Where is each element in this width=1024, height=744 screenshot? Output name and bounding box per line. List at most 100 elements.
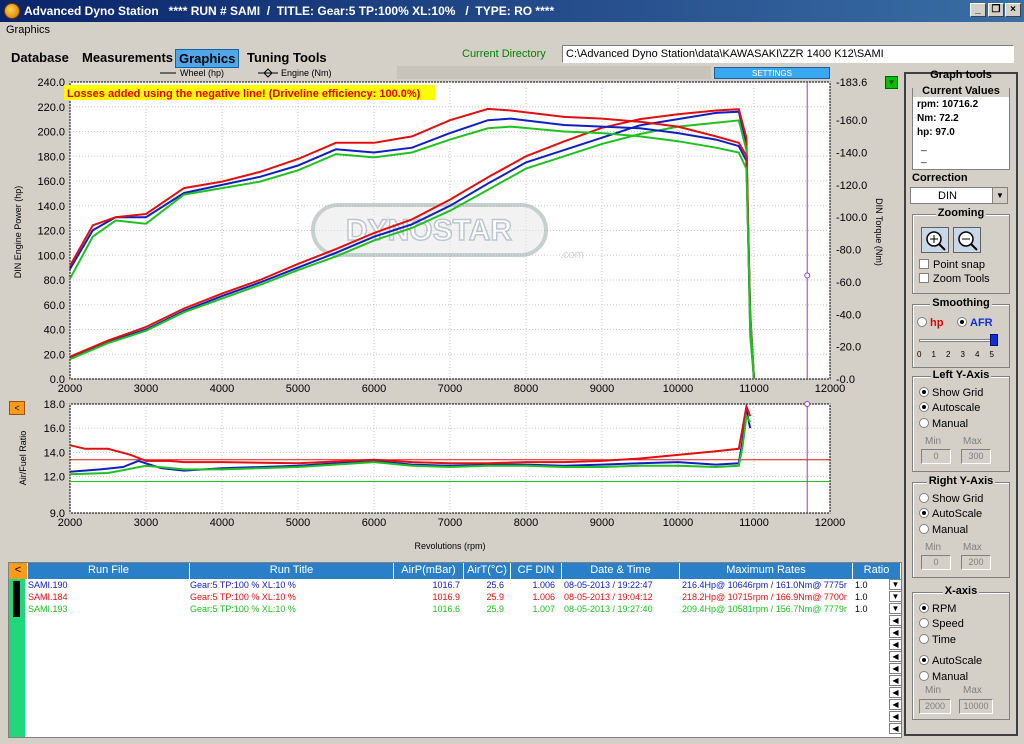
x-tick-label: 8000 — [514, 517, 538, 529]
cell-ratio: 1.0 — [855, 580, 868, 590]
y-tick-label: 0.0 — [50, 374, 65, 386]
cell-max: 218.2Hp@ 10715rpm / 166.9Nm@ 7700r — [682, 592, 847, 602]
left-y-max-field[interactable]: 300 — [961, 449, 991, 464]
cell-airt: 25.9 — [486, 604, 504, 614]
ratio-arrow-icon[interactable]: ◀ — [889, 639, 902, 650]
y2-tick-label: -160.0 — [836, 115, 867, 127]
cell-file: SAMI.190 — [28, 580, 68, 590]
ratio-arrow-icon[interactable]: ◀ — [889, 615, 902, 626]
col-airt[interactable]: AirT(°C) — [464, 563, 511, 579]
y2-tick-label: -80.0 — [836, 245, 861, 257]
ratio-arrow-icon[interactable]: ◀ — [889, 663, 902, 674]
graph-tools-title: Graph tools — [930, 69, 992, 81]
cell-title: Gear:5 TP:100 % XL:10 % — [190, 604, 296, 614]
ratio-arrow-icon[interactable]: ◀ — [889, 723, 902, 734]
minimize-button[interactable]: _ — [970, 3, 986, 17]
chart-legend: Wheel (hp) Engine (Nm) — [160, 68, 332, 78]
x-tick-label-top: 6000 — [362, 383, 386, 395]
x-axis-title: Revolutions (rpm) — [414, 541, 485, 551]
y2-tick-label: -40.0 — [836, 309, 861, 321]
y-tick-label: 60.0 — [44, 300, 65, 312]
ratio-arrow-icon[interactable]: ◀ — [889, 651, 902, 662]
x-tick-label: 6000 — [362, 517, 386, 529]
maximize-button[interactable]: ❐ — [988, 3, 1004, 17]
y2-tick-label: -120.0 — [836, 180, 867, 192]
legend-wheel: Wheel (hp) — [180, 68, 224, 78]
current-directory-field[interactable]: C:\Advanced Dyno Station\data\KAWASAKI\Z… — [562, 45, 1014, 63]
left-y-min-field[interactable]: 0 — [921, 449, 951, 464]
right-y-autoscale-radio[interactable]: AutoScale — [919, 508, 982, 520]
row-marker[interactable] — [13, 605, 20, 617]
menu-graphics[interactable]: Graphics — [6, 24, 50, 36]
afr-tick-label: 12.0 — [44, 472, 65, 484]
current-values-group: Current Values rpm: 10716.2 Nm: 72.2 hp:… — [912, 85, 1010, 170]
right-y-max-label: Max — [963, 542, 982, 553]
ratio-arrow-icon[interactable]: ◀ — [889, 675, 902, 686]
table-row[interactable]: SAMI.184 Gear:5 TP:100 % XL:10 % 1016.9 25.… — [9, 591, 891, 605]
table-row[interactable]: SAMI.193 Gear:5 TP:100 % XL:10 % 1016.6 25.… — [9, 603, 891, 617]
zoom-out-icon[interactable] — [953, 227, 981, 253]
col-run-title[interactable]: Run Title — [190, 563, 394, 579]
x-axis-autoscale-radio[interactable]: AutoScale — [919, 655, 982, 667]
col-run-file[interactable]: Run File — [28, 563, 190, 579]
smoothing-afr-radio[interactable]: AFR — [957, 317, 993, 329]
x-axis-manual-radio[interactable]: Manual — [919, 671, 968, 683]
left-y-show-grid-radio[interactable]: Show Grid — [919, 387, 983, 399]
ratio-dropdown-icon[interactable]: ▼ — [889, 579, 902, 590]
point-snap-checkbox[interactable]: Point snap — [919, 259, 985, 271]
right-y-manual-radio[interactable]: Manual — [919, 524, 968, 536]
smoothing-scale-label: 4 — [975, 350, 980, 359]
smoothing-slider-thumb[interactable] — [989, 334, 998, 346]
right-y-max-field[interactable]: 200 — [961, 555, 991, 570]
afr-tick-label: 18.0 — [44, 399, 65, 411]
left-y-manual-radio[interactable]: Manual — [919, 418, 968, 430]
right-y-min-field[interactable]: 0 — [921, 555, 951, 570]
afr-collapse-button[interactable]: < — [9, 401, 25, 415]
y-tick-label: 220.0 — [37, 102, 65, 114]
smoothing-hp-label: hp — [930, 317, 944, 329]
chevron-down-icon[interactable]: ▼ — [992, 188, 1007, 203]
y2-tick-label: -100.0 — [836, 212, 867, 224]
right-y-show-grid-radio[interactable]: Show Grid — [919, 493, 983, 505]
ratio-selectors: ▼ ▼ ▼ ◀ ◀ ◀ ◀ ◀ ◀ ◀ ◀ ◀ ◀ — [889, 579, 903, 735]
smoothing-scale-label: 3 — [960, 350, 965, 359]
power-torque-chart[interactable]: Wheel (hp) Engine (Nm) DYNOSTAR .com Los… — [0, 62, 900, 557]
x-axis-time-radio[interactable]: Time — [919, 634, 956, 646]
ratio-dropdown-icon[interactable]: ▼ — [889, 603, 902, 614]
x-axis-speed-radio[interactable]: Speed — [919, 618, 964, 630]
col-maximum-rates[interactable]: Maximum Rates — [680, 563, 853, 579]
x-axis-max-field[interactable]: 10000 — [959, 699, 993, 714]
zoom-tools-checkbox[interactable]: Zoom Tools — [919, 273, 990, 285]
zoom-in-icon[interactable] — [921, 227, 949, 253]
x-tick-label: 3000 — [134, 517, 158, 529]
table-row[interactable]: SAMI.190 Gear:5 TP:100 % XL:10 % 1016.7 25.… — [9, 579, 891, 593]
x-axis-rpm-label: RPM — [932, 603, 957, 615]
col-cf-din[interactable]: CF DIN — [511, 563, 562, 579]
smoothing-hp-radio[interactable]: hp — [917, 317, 943, 329]
x-axis-title-label: X-axis — [942, 585, 980, 597]
y-tick-label: 100.0 — [37, 250, 65, 262]
smoothing-slider-track[interactable] — [919, 339, 995, 342]
x-tick-label-top: 10000 — [663, 383, 694, 395]
close-button[interactable]: × — [1005, 3, 1021, 17]
left-y-min-label: Min — [925, 436, 942, 447]
col-ratio[interactable]: Ratio — [853, 563, 901, 579]
x-tick-label-top: 7000 — [438, 383, 462, 395]
x-axis-rpm-radio[interactable]: RPM — [919, 603, 956, 615]
left-y-autoscale-radio[interactable]: Autoscale — [919, 402, 980, 414]
afr-tick-label: 14.0 — [44, 447, 65, 459]
ratio-arrow-icon[interactable]: ◀ — [889, 627, 902, 638]
ratio-arrow-icon[interactable]: ◀ — [889, 699, 902, 710]
table-collapse-button[interactable]: < — [9, 563, 28, 579]
ratio-arrow-icon[interactable]: ◀ — [889, 687, 902, 698]
col-airp[interactable]: AirP(mBar) — [394, 563, 464, 579]
col-date-time[interactable]: Date & Time — [562, 563, 680, 579]
cell-ratio: 1.0 — [855, 604, 868, 614]
ratio-dropdown-icon[interactable]: ▼ — [889, 591, 902, 602]
ratio-arrow-icon[interactable]: ◀ — [889, 711, 902, 722]
y2-tick-label: -140.0 — [836, 148, 867, 160]
x-axis-min-field[interactable]: 2000 — [919, 699, 951, 714]
zoom-tools-label: Zoom Tools — [933, 273, 990, 285]
correction-select[interactable]: DIN ▼ — [910, 187, 1008, 204]
nm-value: Nm: 72.2 — [917, 113, 959, 124]
